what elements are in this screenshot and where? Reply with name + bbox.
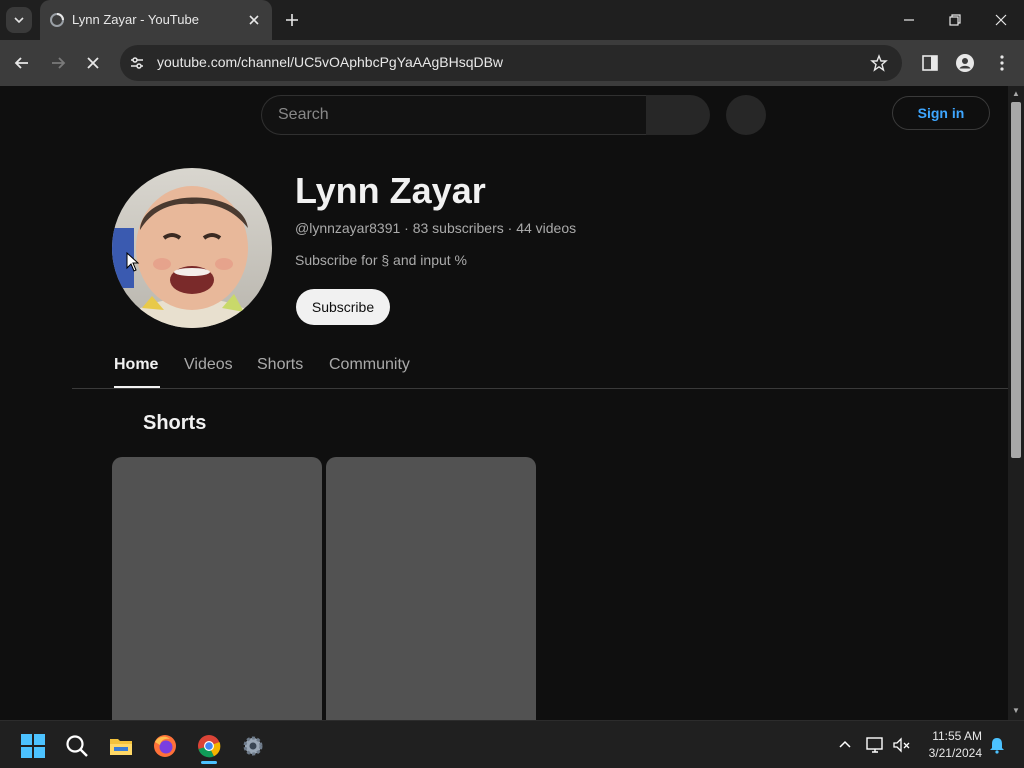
clock-date[interactable]: 3/21/2024 bbox=[922, 746, 982, 760]
search-input[interactable]: Search bbox=[261, 95, 646, 135]
short-thumbnail[interactable] bbox=[112, 457, 322, 720]
channel-name: Lynn Zayar bbox=[295, 170, 486, 211]
search-icon[interactable] bbox=[64, 733, 90, 759]
section-title-shorts: Shorts bbox=[143, 412, 207, 434]
restore-icon[interactable] bbox=[948, 13, 962, 27]
channel-description[interactable]: Subscribe for § and input % bbox=[295, 252, 467, 268]
search-button[interactable] bbox=[646, 95, 710, 135]
channel-avatar[interactable] bbox=[112, 168, 272, 328]
forward-arrow-icon[interactable] bbox=[48, 53, 68, 73]
search-placeholder: Search bbox=[278, 106, 329, 123]
tab-search-chevron-down-icon[interactable] bbox=[6, 7, 32, 33]
tab-community[interactable]: Community bbox=[329, 356, 410, 374]
notification-bell-icon[interactable] bbox=[988, 736, 1006, 754]
sign-in-button[interactable]: Sign in bbox=[892, 96, 990, 130]
short-thumbnail[interactable] bbox=[326, 457, 536, 720]
avatar-image bbox=[112, 168, 272, 328]
active-tab-underline bbox=[114, 386, 160, 388]
sign-in-label: Sign in bbox=[917, 105, 965, 121]
tab-shorts[interactable]: Shorts bbox=[257, 356, 303, 374]
tab-home[interactable]: Home bbox=[114, 356, 158, 374]
url-text[interactable]: youtube.com/channel/UC5vOAphbcPgYaAAgBHs… bbox=[157, 54, 503, 70]
youtube-page: Search Sign in Lynn Zayar @lynnzayar8391… bbox=[0, 86, 1008, 720]
clock-time[interactable]: 11:55 AM bbox=[928, 729, 982, 743]
stop-loading-icon[interactable] bbox=[83, 53, 103, 73]
scroll-down-arrow-icon[interactable]: ▼ bbox=[1012, 707, 1020, 715]
mouse-cursor-icon bbox=[126, 252, 140, 272]
windows-start-icon[interactable] bbox=[20, 733, 46, 759]
tab-videos[interactable]: Videos bbox=[184, 356, 233, 374]
chrome-active-indicator bbox=[201, 761, 217, 764]
close-tab-icon[interactable] bbox=[246, 12, 262, 28]
browser-menu-dots-icon[interactable] bbox=[992, 53, 1012, 73]
voice-search-button[interactable] bbox=[726, 95, 766, 135]
chrome-icon[interactable] bbox=[196, 733, 222, 759]
scrollbar-thumb[interactable] bbox=[1011, 102, 1021, 458]
firefox-icon[interactable] bbox=[152, 733, 178, 759]
profile-icon[interactable] bbox=[955, 53, 975, 73]
address-bar[interactable]: youtube.com/channel/UC5vOAphbcPgYaAAgBHs… bbox=[120, 45, 902, 81]
close-window-icon[interactable] bbox=[994, 13, 1008, 27]
back-arrow-icon[interactable] bbox=[12, 53, 32, 73]
loading-spinner-icon bbox=[50, 13, 64, 27]
file-explorer-icon[interactable] bbox=[108, 733, 134, 759]
subscribe-button[interactable]: Subscribe bbox=[296, 289, 390, 325]
volume-muted-icon[interactable] bbox=[892, 736, 912, 754]
channel-meta: @lynnzayar8391 · 83 subscribers · 44 vid… bbox=[295, 220, 577, 236]
browser-tab-youtube[interactable]: Lynn Zayar - YouTube bbox=[40, 0, 272, 40]
new-tab-plus-icon[interactable] bbox=[284, 12, 300, 28]
page-scrollbar[interactable]: ▲ ▼ bbox=[1008, 86, 1024, 720]
tab-title: Lynn Zayar - YouTube bbox=[72, 12, 199, 27]
windows-taskbar: 11:55 AM 3/21/2024 bbox=[0, 720, 1024, 768]
settings-gear-icon[interactable] bbox=[240, 733, 266, 759]
channel-tabs: Home Videos Shorts Community bbox=[72, 346, 1008, 389]
minimize-icon[interactable] bbox=[902, 13, 916, 27]
site-settings-tune-icon[interactable] bbox=[128, 54, 146, 72]
browser-tab-strip: Lynn Zayar - YouTube bbox=[0, 0, 1024, 40]
scroll-up-arrow-icon[interactable]: ▲ bbox=[1012, 90, 1020, 98]
subscribe-label: Subscribe bbox=[311, 299, 375, 315]
side-panel-icon[interactable] bbox=[920, 53, 940, 73]
chevron-up-icon[interactable] bbox=[838, 738, 852, 752]
network-monitor-icon[interactable] bbox=[866, 736, 886, 754]
browser-toolbar: youtube.com/channel/UC5vOAphbcPgYaAAgBHs… bbox=[0, 40, 1024, 86]
bookmark-star-icon[interactable] bbox=[870, 54, 888, 72]
